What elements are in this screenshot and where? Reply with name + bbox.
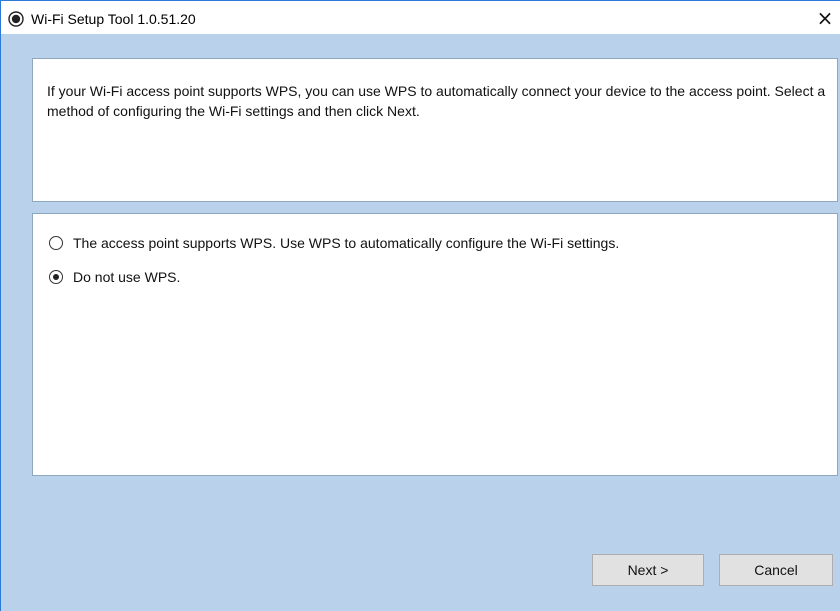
window-title: Wi-Fi Setup Tool 1.0.51.20	[31, 11, 196, 27]
app-icon	[8, 11, 24, 27]
close-icon: ×	[816, 5, 834, 30]
wps-options-panel: The access point supports WPS. Use WPS t…	[32, 213, 838, 476]
cancel-button[interactable]: Cancel	[719, 554, 833, 586]
option-no-wps[interactable]: Do not use WPS.	[49, 268, 180, 286]
radio-button-unchecked[interactable]	[49, 236, 63, 250]
next-button[interactable]: Next >	[592, 554, 704, 586]
info-panel: If your Wi-Fi access point supports WPS,…	[32, 58, 838, 202]
close-button[interactable]: ×	[810, 1, 840, 34]
option-use-wps[interactable]: The access point supports WPS. Use WPS t…	[49, 234, 619, 252]
radio-button-checked[interactable]	[49, 270, 63, 284]
wifi-setup-window: Wi-Fi Setup Tool 1.0.51.20 × If your Wi-…	[0, 0, 840, 611]
instructions-text: If your Wi-Fi access point supports WPS,…	[47, 83, 826, 119]
option-use-wps-label[interactable]: The access point supports WPS. Use WPS t…	[73, 234, 619, 252]
title-bar[interactable]: Wi-Fi Setup Tool 1.0.51.20 ×	[1, 1, 840, 34]
option-no-wps-label[interactable]: Do not use WPS.	[73, 268, 180, 286]
